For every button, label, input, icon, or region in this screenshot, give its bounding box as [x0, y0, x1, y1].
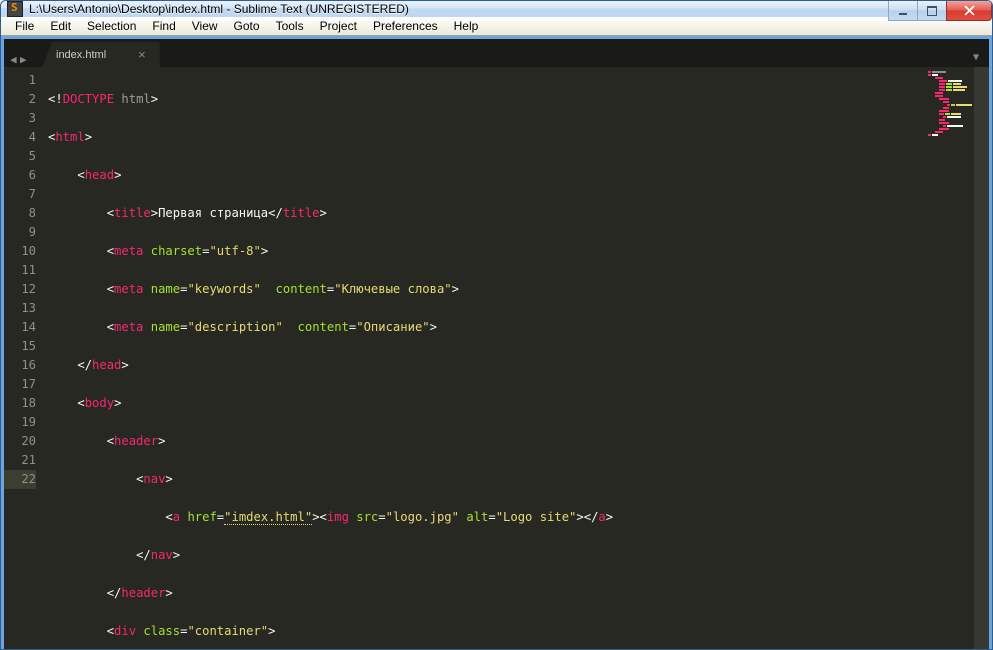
app-window: L:\Users\Antonio\Desktop\index.html - Su…	[0, 0, 993, 650]
menu-selection[interactable]: Selection	[79, 17, 144, 35]
menu-find[interactable]: Find	[144, 17, 183, 35]
menu-help[interactable]: Help	[446, 17, 487, 35]
gutter[interactable]: 12345678910111213141516171819202122	[4, 67, 46, 650]
code-area[interactable]: <!DOCTYPE html> <html> <head> <title>Пер…	[46, 67, 926, 650]
tabbar: ◀ ▶ index.html × ▼	[4, 39, 989, 67]
tab-label: index.html	[56, 49, 106, 61]
menu-project[interactable]: Project	[312, 17, 365, 35]
menu-edit[interactable]: Edit	[42, 17, 79, 35]
window-controls	[889, 1, 992, 21]
minimap[interactable]	[926, 67, 974, 650]
window-title: L:\Users\Antonio\Desktop\index.html - Su…	[29, 2, 409, 16]
minimize-button[interactable]	[888, 1, 918, 21]
tab-forward-icon[interactable]: ▶	[20, 53, 30, 63]
menu-goto[interactable]: Goto	[226, 17, 268, 35]
app-icon	[7, 1, 23, 17]
tab-close-icon[interactable]: ×	[138, 47, 146, 62]
scrollbar-vertical[interactable]	[974, 67, 989, 650]
close-button[interactable]	[946, 1, 992, 21]
menu-preferences[interactable]: Preferences	[365, 17, 446, 35]
editor: 12345678910111213141516171819202122 <!DO…	[4, 67, 989, 650]
menu-view[interactable]: View	[184, 17, 226, 35]
menu-file[interactable]: File	[7, 17, 42, 35]
tab-dropdown-icon[interactable]: ▼	[973, 52, 989, 67]
client-area: ◀ ▶ index.html × ▼ 123456789101112131415…	[1, 36, 992, 650]
menu-tools[interactable]: Tools	[268, 17, 312, 35]
menubar: File Edit Selection Find View Goto Tools…	[1, 17, 992, 36]
tab-nav: ◀ ▶	[8, 53, 36, 67]
maximize-button[interactable]	[917, 1, 947, 21]
tab-index-html[interactable]: index.html ×	[42, 42, 160, 67]
titlebar[interactable]: L:\Users\Antonio\Desktop\index.html - Su…	[1, 1, 992, 17]
tab-back-icon[interactable]: ◀	[10, 53, 20, 63]
